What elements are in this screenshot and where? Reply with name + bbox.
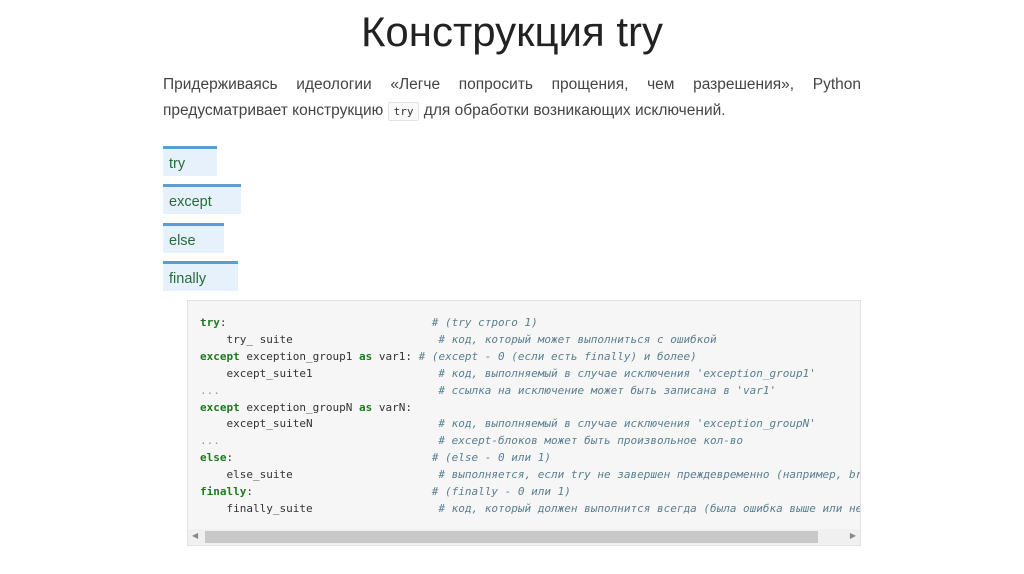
code-comment: # (try строго 1) [431, 316, 538, 329]
code-text: exception_groupN [239, 400, 359, 414]
code-line: except_suiteN # код, выполняемый в случа… [200, 416, 860, 433]
code-text: else_suite [200, 468, 439, 482]
code-keyword: try [200, 316, 220, 329]
code-keyword: except [200, 349, 240, 363]
code-comment: # (finally - 0 или 1) [431, 485, 571, 499]
keyword-tab-else[interactable]: else [163, 223, 224, 253]
code-text: : [246, 485, 432, 499]
code-comment: # except-блоков может быть произвольное … [438, 434, 744, 448]
code-text: var1: [372, 349, 419, 363]
code-keyword: as [358, 349, 373, 363]
code-line: finally_suite # код, который должен выпо… [200, 501, 861, 518]
code-comment: # код, выполняемый в случае исключения '… [438, 366, 816, 380]
code-line: finally: # (finally - 0 или 1) [200, 484, 860, 501]
code-text: : [219, 316, 432, 329]
code-keyword: except [200, 400, 240, 414]
intro-text-end: для обработки возникающих исключений. [423, 102, 726, 119]
intro-paragraph: Придерживаясь идеологии «Легче попросить… [163, 72, 861, 125]
code-line: try: # (try строго 1) [200, 315, 860, 332]
scrollbar-thumb[interactable] [205, 531, 818, 543]
inline-code-try: try [387, 102, 420, 121]
horizontal-scrollbar[interactable]: ◀ ▶ [188, 529, 860, 545]
code-line: except exception_groupN as varN: [200, 400, 860, 417]
slide-title: Конструкция try [360, 8, 664, 55]
scroll-right-icon[interactable]: ▶ [850, 531, 856, 540]
code-comment: # код, который должен выполнится всегда … [438, 501, 861, 515]
code-line: except_suite1 # код, выполняемый в случа… [200, 366, 860, 383]
keyword-tab-finally[interactable]: finally [163, 261, 238, 291]
code-text: varN: [372, 400, 412, 414]
code-comment: # (else - 0 или 1) [431, 451, 552, 465]
code-block: try: # (try строго 1) try_ suite # код, … [187, 300, 861, 546]
code-line: ... # ссылка на исключение может быть за… [200, 383, 860, 400]
keyword-tab-except[interactable]: except [163, 184, 241, 214]
code-comment: # код, который может выполниться с ошибк… [438, 332, 717, 346]
code-text: ... [200, 383, 439, 397]
code-line: except exception_group1 as var1: # (exce… [200, 349, 860, 366]
code-line: ... # except-блоков может быть произволь… [200, 433, 860, 450]
code-comment: # код, выполняемый в случае исключения '… [438, 417, 816, 431]
code-text: except_suiteN [200, 417, 439, 431]
code-line: else_suite # выполняется, если try не за… [200, 467, 861, 484]
code-line: try_ suite # код, который может выполнит… [200, 332, 860, 349]
code-text: exception_group1 [239, 349, 359, 363]
code-text: finally_suite [200, 501, 439, 515]
code-text: except_suite1 [200, 366, 439, 380]
code-keyword: as [358, 400, 373, 414]
code-comment: # выполняется, если try не завершен преж… [438, 468, 861, 482]
code-comment: # (except - 0 (если есть finally) и боле… [418, 349, 697, 363]
code-keyword: finally [200, 485, 247, 499]
code-text: try_ suite [200, 332, 439, 346]
code-content: try: # (try строго 1) try_ suite # код, … [200, 315, 861, 518]
scroll-left-icon[interactable]: ◀ [192, 531, 198, 540]
code-comment: # ссылка на исключение может быть записа… [438, 383, 777, 397]
keyword-tab-try[interactable]: try [163, 146, 217, 176]
code-text: : [226, 451, 432, 465]
code-text: ... [200, 434, 439, 448]
code-line: else: # (else - 0 или 1) [200, 450, 860, 467]
code-keyword: else [200, 451, 227, 465]
